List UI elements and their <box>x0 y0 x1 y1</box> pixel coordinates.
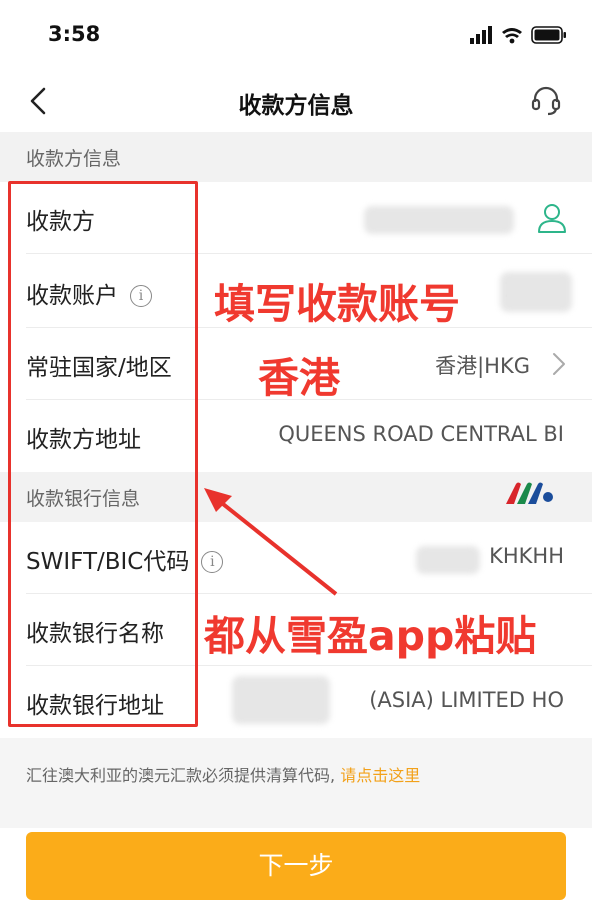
payee-section-header: 收款方信息 <box>0 132 592 182</box>
annotation-paste: 都从雪盈app粘贴 <box>204 612 537 660</box>
status-bar: 3:58 <box>0 0 592 70</box>
status-time: 3:58 <box>48 22 101 46</box>
redacted-value <box>364 206 514 234</box>
chevron-right-icon <box>553 353 565 375</box>
section-header-label: 收款方信息 <box>26 148 122 170</box>
swift-value: KHKHH <box>489 544 564 568</box>
redacted-value <box>232 676 330 724</box>
annotation-account: 填写收款账号 <box>214 280 460 328</box>
contact-icon[interactable] <box>536 202 568 234</box>
nav-bar: 收款方信息 <box>0 70 592 132</box>
signal-wifi-battery-icon <box>470 26 566 44</box>
bank-address-value: (ASIA) LIMITED HO <box>369 688 564 712</box>
clearing-code-notice: 汇往澳大利亚的澳元汇款必须提供清算代码, 请点击这里 <box>26 762 420 786</box>
redacted-value <box>500 272 572 312</box>
country-value: 香港|HKG <box>435 354 530 378</box>
redacted-value <box>416 546 480 574</box>
annotation-highlight-box <box>8 181 198 727</box>
notice-text: 汇往澳大利亚的澳元汇款必须提供清算代码, <box>26 766 336 785</box>
next-step-button[interactable]: 下一步 <box>26 832 566 900</box>
page-title: 收款方信息 <box>238 93 354 119</box>
headset-icon[interactable] <box>530 84 562 116</box>
annotation-country: 香港 <box>258 354 340 402</box>
address-value: QUEENS ROAD CENTRAL BI <box>278 422 564 446</box>
status-icons <box>470 24 570 50</box>
bank-logo-icon <box>506 482 553 504</box>
annotation-arrow-icon <box>204 488 338 596</box>
notice-link[interactable]: 请点击这里 <box>340 766 420 785</box>
